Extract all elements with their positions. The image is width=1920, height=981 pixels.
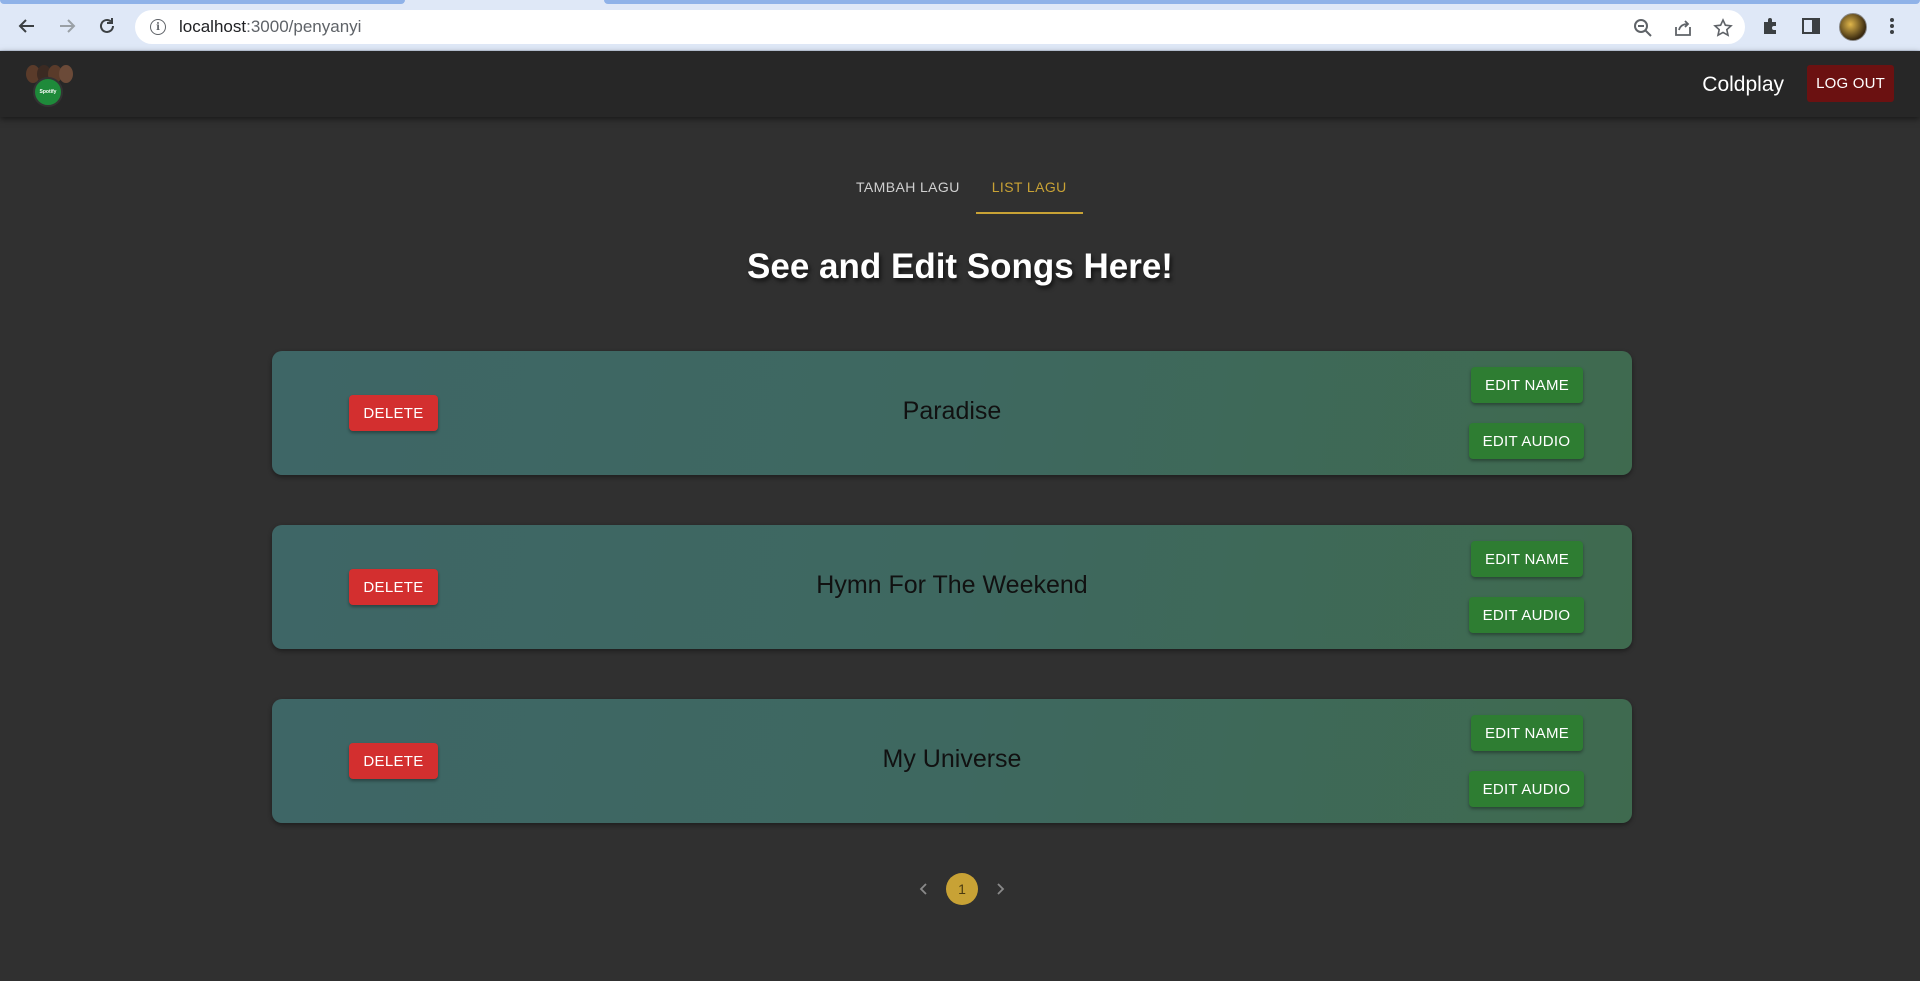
share-icon[interactable] (1672, 17, 1694, 39)
chevron-right-icon[interactable] (984, 873, 1016, 905)
page-title: See and Edit Songs Here! (747, 247, 1173, 286)
browser-tab-indicator (604, 0, 1920, 4)
logo-badge: Spotify (33, 77, 63, 107)
profile-avatar[interactable] (1839, 13, 1867, 41)
page-number-button[interactable]: 1 (946, 873, 978, 905)
artist-name: Coldplay (1702, 73, 1784, 96)
extensions-puzzle-icon[interactable] (1758, 13, 1784, 39)
edit-name-button[interactable]: EDIT NAME (1471, 367, 1583, 403)
edit-name-button[interactable]: EDIT NAME (1471, 715, 1583, 751)
song-card: DELETE My Universe EDIT NAME EDIT AUDIO (272, 699, 1632, 823)
back-arrow-icon[interactable] (13, 12, 41, 40)
side-panel-icon[interactable] (1798, 13, 1824, 39)
edit-audio-button[interactable]: EDIT AUDIO (1469, 423, 1584, 459)
song-title: My Universe (882, 745, 1022, 773)
chevron-left-icon[interactable] (908, 873, 940, 905)
browser-tab-indicator (0, 0, 405, 4)
song-title: Hymn For The Weekend (816, 571, 1088, 599)
app-header: Spotify Coldplay LOG OUT (0, 51, 1920, 117)
address-bar[interactable]: i localhost:3000/penyanyi (135, 10, 1745, 44)
song-title: Paradise (902, 397, 1002, 425)
edit-name-button[interactable]: EDIT NAME (1471, 541, 1583, 577)
song-tabs: TAMBAH LAGU LIST LAGU (840, 168, 1083, 214)
logout-button[interactable]: LOG OUT (1807, 65, 1894, 102)
bookmark-star-icon[interactable] (1712, 17, 1734, 39)
browser-toolbar: i localhost:3000/penyanyi (0, 0, 1920, 51)
tab-tambah-lagu[interactable]: TAMBAH LAGU (840, 168, 976, 214)
edit-audio-button[interactable]: EDIT AUDIO (1469, 771, 1584, 807)
more-vert-icon[interactable] (1879, 13, 1905, 39)
song-card: DELETE Hymn For The Weekend EDIT NAME ED… (272, 525, 1632, 649)
forward-arrow-icon[interactable] (53, 12, 81, 40)
tab-list-lagu[interactable]: LIST LAGU (975, 168, 1083, 214)
song-card: DELETE Paradise EDIT NAME EDIT AUDIO (272, 351, 1632, 475)
site-info-icon[interactable]: i (150, 19, 166, 35)
reload-icon[interactable] (93, 12, 121, 40)
zoom-out-icon[interactable] (1632, 17, 1654, 39)
pagination: 1 (908, 873, 1016, 905)
url-text: localhost:3000/penyanyi (179, 17, 362, 36)
app-logo[interactable]: Spotify (24, 61, 74, 107)
edit-audio-button[interactable]: EDIT AUDIO (1469, 597, 1584, 633)
